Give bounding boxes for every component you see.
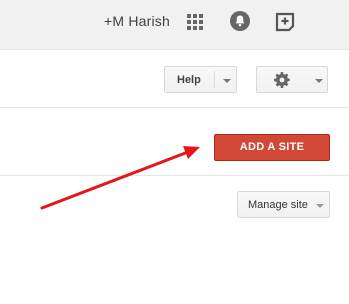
manage-site-label: Manage site bbox=[248, 199, 308, 211]
notifications-bell-icon[interactable] bbox=[230, 11, 250, 31]
apps-grid-icon[interactable] bbox=[187, 14, 203, 30]
divider bbox=[0, 107, 349, 108]
add-a-site-button[interactable]: ADD A SITE bbox=[214, 134, 330, 161]
help-button-label: Help bbox=[177, 74, 201, 86]
manage-site-button[interactable]: Manage site bbox=[237, 191, 330, 218]
button-separator bbox=[214, 71, 215, 88]
divider bbox=[0, 175, 349, 176]
top-bar: +M Harish bbox=[0, 0, 349, 50]
chevron-down-icon bbox=[316, 204, 324, 208]
share-plus-icon[interactable] bbox=[274, 11, 296, 33]
settings-button[interactable] bbox=[256, 66, 328, 93]
gear-icon bbox=[274, 72, 290, 88]
chevron-down-icon bbox=[315, 79, 323, 83]
user-name-link[interactable]: +M Harish bbox=[104, 13, 170, 29]
help-button[interactable]: Help bbox=[164, 66, 237, 93]
chevron-down-icon bbox=[223, 79, 231, 83]
